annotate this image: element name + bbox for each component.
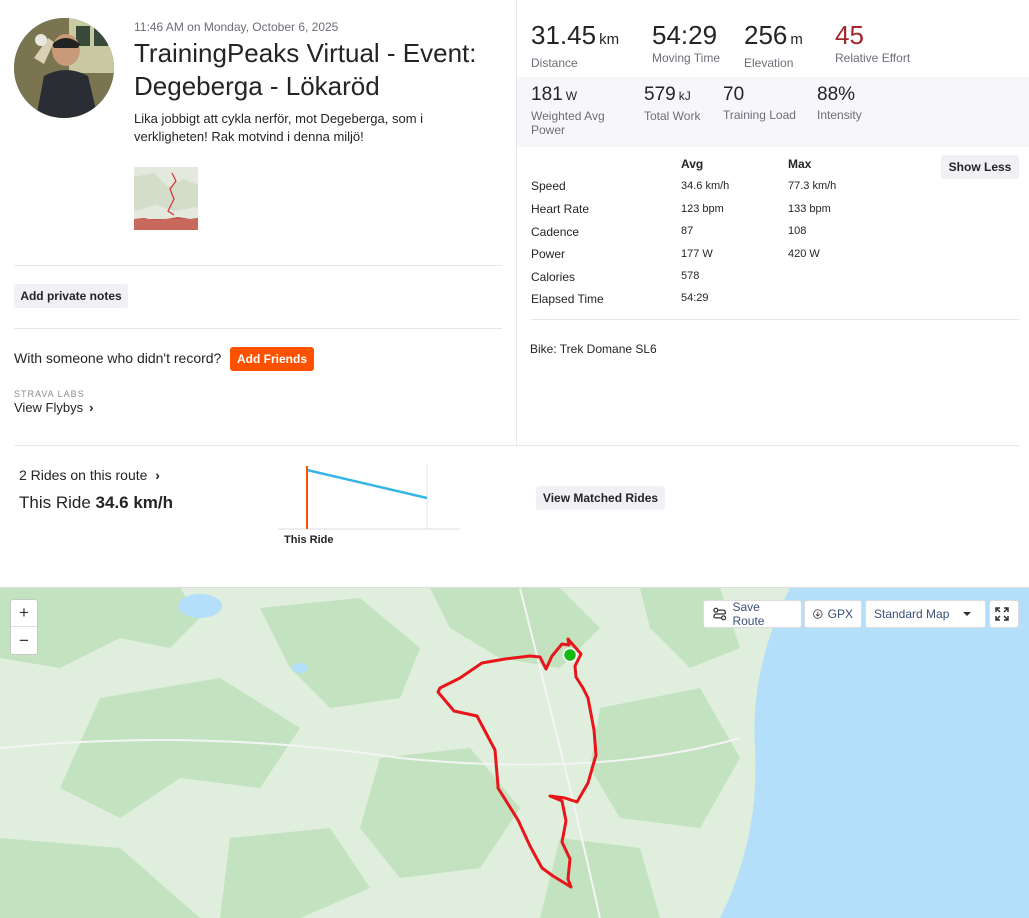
row-avg-power: 177 W [681,248,713,260]
stat-label: Relative Effort [835,51,911,65]
fullscreen-icon [994,607,1009,621]
flybys-label: View Flybys [14,400,84,415]
row-avg-cadence: 87 [681,225,694,237]
stat-label: Weighted Avg Power [531,109,605,137]
activity-description: Lika jobbigt att cykla nerför, mot Degeb… [134,111,424,144]
gpx-label: GPX [827,607,853,621]
stat-unit: km [599,31,620,48]
start-marker [562,647,578,663]
stat-value: 579 [644,84,676,105]
save-route-label: Save Route [732,600,765,628]
row-label-elapsed-time: Elapsed Time [531,292,604,306]
divider [14,265,502,266]
zoom-out-button[interactable]: − [11,627,37,654]
stat-label: Elevation [744,56,794,70]
row-label-cadence: Cadence [531,225,580,239]
with-someone-text: With someone who didn't record? [14,350,222,366]
row-label-speed: Speed [531,179,566,193]
stat-moving-time: 54:29 Moving Time [652,20,720,65]
this-ride-speed: This Ride 34.6 km/h [19,493,173,513]
view-flybys-link[interactable]: View Flybys › [14,400,93,415]
stat-unit: m [790,31,803,48]
stat-label: Total Work [644,109,701,123]
row-label-power: Power [531,247,566,261]
row-max-cadence: 108 [788,225,807,237]
this-ride-value: 34.6 km/h [95,493,174,512]
view-matched-rides-button[interactable]: View Matched Rides [536,486,665,510]
row-label-calories: Calories [531,270,576,284]
activity-page: { "activity": { "timestamp_time": "11:46… [0,0,1029,918]
this-ride-chart-label: This Ride [284,534,334,546]
download-icon [813,609,823,619]
stat-unit: kJ [678,89,691,103]
stat-value: 70 [723,84,745,105]
divider [14,328,502,329]
row-label-heart-rate: Heart Rate [531,202,590,216]
stat-total-work: 579 kJ Total Work [644,84,700,123]
fullscreen-button[interactable] [989,600,1019,628]
stat-label: Intensity [817,108,862,122]
zoom-in-button[interactable]: + [11,600,37,627]
row-avg-heart-rate: 123 bpm [681,203,724,215]
timestamp-date: on Monday, October 6, 2025 [183,20,339,34]
row-max-speed: 77.3 km/h [788,180,837,192]
activity-title[interactable]: TrainingPeaks Virtual - Event: Degeberga… [134,37,509,103]
row-avg-calories: 578 [681,270,700,282]
stat-intensity: 88% Intensity [817,84,862,122]
stat-value: 181 [531,84,563,105]
column-header-avg: Avg [681,157,704,171]
chevron-right-icon: › [155,467,160,483]
strava-labs-label: STRAVA LABS [14,389,85,399]
stat-value: 45 [835,20,864,50]
divider [531,319,1019,320]
rides-on-route-link[interactable]: 2 Rides on this route › [19,467,160,483]
rides-on-route-label: 2 Rides on this route [19,467,148,483]
show-less-button[interactable]: Show Less [941,155,1019,179]
route-icon [713,607,727,621]
add-friends-button[interactable]: Add Friends [230,347,314,371]
athlete-avatar[interactable] [14,18,114,118]
timestamp-time: 11:46 AM [134,20,184,34]
chevron-right-icon: › [89,400,94,415]
stat-weighted-avg-power: 181 W Weighted Avg Power [531,84,621,137]
stat-training-load: 70 Training Load [723,84,796,122]
save-route-button[interactable]: Save Route [703,600,802,628]
row-max-heart-rate: 133 bpm [788,203,831,215]
activity-timestamp: 11:46 AM on Monday, October 6, 2025 [134,20,338,34]
stat-label: Training Load [723,108,796,122]
row-avg-speed: 34.6 km/h [681,180,730,192]
stat-value: 88% [817,84,856,105]
map-type-select[interactable]: Standard Map [865,600,986,628]
activity-map[interactable] [0,588,1029,918]
row-avg-elapsed-time: 54:29 [681,292,709,304]
matched-rides-trend-line [306,468,428,500]
stat-distance: 31.45 km Distance [531,20,619,70]
column-header-max: Max [788,157,812,171]
divider [14,445,1019,446]
stat-value: 256 [744,20,788,50]
column-divider [516,0,517,445]
stat-unit: W [565,89,578,103]
caret-down-icon [963,612,971,616]
route-thumbnail[interactable] [134,167,198,230]
row-max-power: 420 W [788,248,820,260]
this-ride-label: This Ride [19,493,96,512]
stat-value: 54:29 [652,20,718,50]
stat-value: 31.45 [531,20,597,50]
stat-label: Moving Time [652,51,721,65]
map-zoom-control: + − [10,599,38,655]
add-private-notes-button[interactable]: Add private notes [14,284,128,308]
gpx-download-button[interactable]: GPX [804,600,862,628]
bike-info: Bike: Trek Domane SL6 [530,342,657,356]
map-type-label: Standard Map [874,607,950,621]
stat-relative-effort[interactable]: 45 Relative Effort [835,20,910,65]
stat-label: Distance [531,56,578,70]
stat-elevation: 256 m Elevation [744,20,803,70]
